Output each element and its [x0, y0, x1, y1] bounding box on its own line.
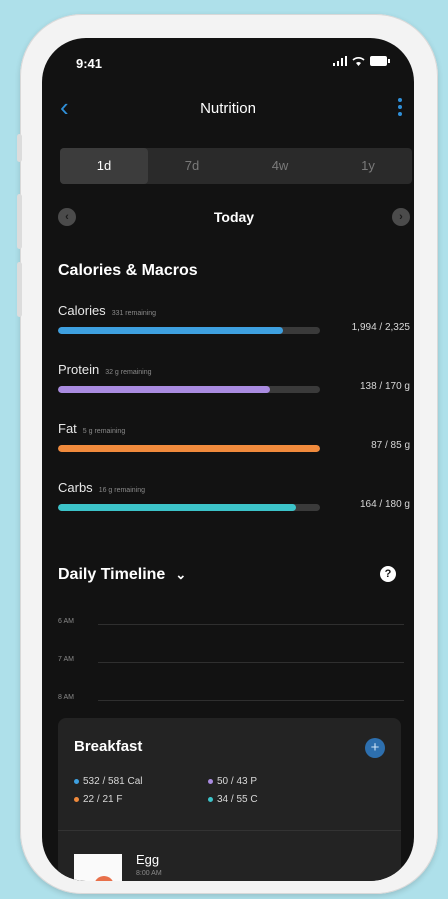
- timeline-hour: 7 AM: [58, 656, 414, 668]
- macro-progress-track: [58, 327, 320, 334]
- day-label: Today: [213, 209, 255, 225]
- meal-stat-calories: 532 / 581 Cal: [74, 776, 143, 787]
- chevron-down-icon: ⌄: [175, 567, 187, 582]
- stat-value: 22 / 21 F: [83, 794, 123, 805]
- meal-stat-fat: 22 / 21 F: [74, 794, 122, 805]
- day-navigator: ‹ Today ›: [58, 208, 410, 232]
- nav-bar: ‹ Nutrition: [42, 94, 414, 124]
- food-name[interactable]: Egg: [136, 852, 159, 867]
- signal-icon: [333, 56, 347, 66]
- timeline-title: Daily Timeline: [58, 566, 166, 583]
- macro-value: 87 / 85 g: [371, 440, 410, 451]
- timeline-hour: 8 AM: [58, 694, 414, 706]
- food-thumbnail: [74, 854, 122, 881]
- meal-card[interactable]: Breakfast + 532 / 581 Cal 50 / 43 P 22 /…: [58, 718, 401, 881]
- stat-value: 50 / 43 P: [217, 776, 258, 787]
- macro-progress-fill: [58, 504, 297, 511]
- battery-icon: [370, 56, 390, 66]
- macro-protein: Protein 32 g remaining 138 / 170 g: [58, 362, 410, 412]
- macro-name: Carbs: [58, 480, 93, 495]
- tab-4w[interactable]: 4w: [236, 148, 324, 184]
- stat-value: 34 / 55 C: [217, 794, 258, 805]
- macro-remaining: 5 g remaining: [82, 428, 126, 435]
- timeline-toggle[interactable]: Daily Timeline ⌄: [58, 566, 186, 584]
- macro-name: Protein: [58, 362, 100, 377]
- stat-value: 532 / 581 Cal: [83, 776, 143, 787]
- timeline-hour: 6 AM: [58, 618, 414, 630]
- hour-label: 6 AM: [58, 618, 74, 625]
- tab-1d[interactable]: 1d: [60, 148, 148, 184]
- meal-divider: [58, 830, 401, 831]
- macro-fat: Fat 5 g remaining 87 / 85 g: [58, 421, 410, 471]
- hour-label: 8 AM: [58, 694, 74, 701]
- status-icons: [333, 56, 390, 66]
- macro-value: 1,994 / 2,325: [351, 322, 410, 333]
- macro-progress-fill: [58, 386, 271, 393]
- range-selector: 1d 7d 4w 1y: [60, 148, 412, 184]
- app-screen: 9:41 ‹ Nutrition 1d 7d 4w 1y ‹ Today › C…: [42, 38, 414, 881]
- hour-gridline: [98, 624, 404, 625]
- macro-progress-fill: [58, 445, 320, 452]
- help-icon[interactable]: ?: [380, 566, 396, 582]
- macro-name: Calories: [58, 303, 106, 318]
- macro-calories: Calories 331 remaining 1,994 / 2,325: [58, 303, 410, 353]
- macro-value: 164 / 180 g: [359, 499, 410, 510]
- macro-value: 138 / 170 g: [359, 381, 410, 392]
- more-options-icon[interactable]: [398, 98, 404, 119]
- macro-remaining: 32 g remaining: [105, 369, 152, 376]
- macro-progress-track: [58, 386, 320, 393]
- macro-carbs: Carbs 16 g remaining 164 / 180 g: [58, 480, 410, 530]
- tab-7d[interactable]: 7d: [148, 148, 236, 184]
- tab-1y[interactable]: 1y: [324, 148, 412, 184]
- add-food-icon[interactable]: +: [365, 738, 385, 758]
- status-time: 9:41: [76, 56, 103, 71]
- status-bar: 9:41: [76, 56, 390, 72]
- macro-progress-fill: [58, 327, 283, 334]
- volume-down-button: [17, 262, 22, 317]
- meal-stat-protein: 50 / 43 P: [208, 776, 257, 787]
- hour-label: 7 AM: [58, 656, 74, 663]
- hour-gridline: [98, 662, 404, 663]
- next-day-icon[interactable]: ›: [392, 208, 410, 226]
- macro-remaining: 331 remaining: [111, 310, 157, 317]
- wifi-icon: [352, 57, 365, 66]
- macro-name: Fat: [58, 421, 77, 436]
- macros-section-title: Calories & Macros: [58, 262, 198, 279]
- macro-progress-track: [58, 445, 320, 452]
- macro-progress-track: [58, 504, 320, 511]
- mute-switch: [17, 134, 22, 162]
- volume-up-button: [17, 194, 22, 249]
- meal-stat-carbs: 34 / 55 C: [208, 794, 258, 805]
- food-detail: 8:00 AM: [136, 870, 162, 877]
- page-title: Nutrition: [200, 100, 256, 117]
- hour-gridline: [98, 700, 404, 701]
- macro-remaining: 16 g remaining: [98, 487, 145, 494]
- meal-title: Breakfast: [74, 738, 143, 755]
